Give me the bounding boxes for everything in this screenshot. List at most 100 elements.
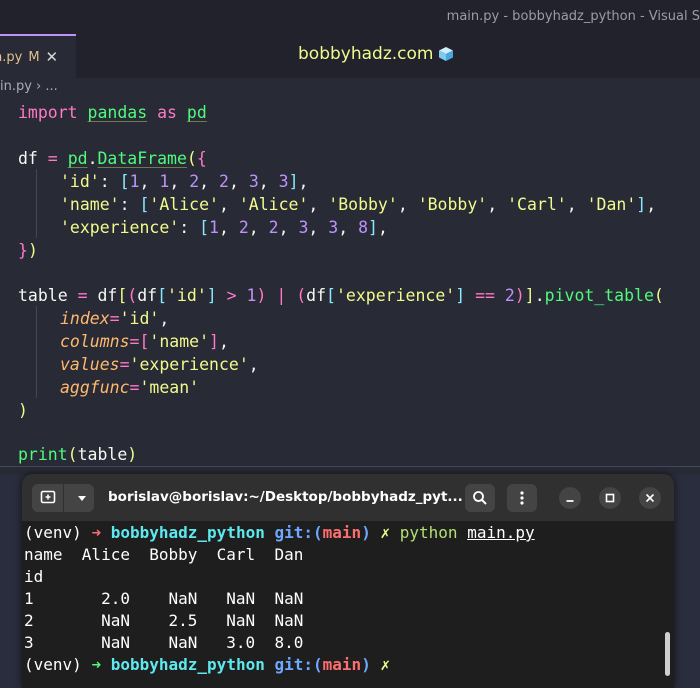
- cube-icon: [439, 47, 454, 61]
- token: =: [37, 149, 68, 168]
- token: :: [179, 218, 200, 237]
- token: aggfunc: [60, 378, 130, 397]
- code-line-14: ): [18, 399, 28, 422]
- token: 'id': [119, 309, 160, 328]
- maximize-button[interactable]: [599, 487, 621, 509]
- terminal-scrollbar[interactable]: [665, 632, 670, 676]
- token: 2: [189, 172, 200, 191]
- token: columns: [60, 332, 130, 351]
- minimize-icon: [566, 500, 574, 502]
- token: 'Alice': [238, 195, 309, 214]
- token: >: [216, 286, 247, 305]
- tab-close-icon[interactable]: ✕: [46, 48, 59, 66]
- prompt-git-close: ): [361, 523, 371, 542]
- token: pandas: [87, 103, 148, 122]
- indent-guide: [36, 169, 37, 238]
- token: 'Carl': [507, 195, 567, 214]
- token: ): [27, 241, 38, 260]
- token: pivot_table: [544, 286, 654, 305]
- token: 2: [238, 218, 249, 237]
- close-button[interactable]: [639, 487, 661, 509]
- search-icon: [473, 491, 487, 505]
- maximize-icon: [605, 493, 615, 503]
- token: ]: [368, 218, 378, 237]
- prompt-dirty-mark: ✗: [380, 655, 391, 674]
- chevron-down-icon[interactable]: [76, 492, 88, 504]
- token: ]: [636, 195, 647, 214]
- token: 'Alice': [149, 195, 219, 214]
- token: (: [186, 149, 197, 168]
- code-line-1: import pandas as pd: [18, 101, 207, 124]
- watermark: bobbyhadz.com: [298, 44, 454, 64]
- token: 1: [209, 218, 219, 237]
- code-line-9: table = df[(df['id'] > 1) | (df['experie…: [18, 284, 664, 307]
- terminal-prompt-line: (venv) ➜ bobbyhadz_python git:(main) ✗ p…: [24, 522, 535, 544]
- minimize-button[interactable]: [559, 487, 581, 509]
- output-line: id: [24, 567, 44, 586]
- token: 1: [159, 172, 170, 191]
- window-title: main.py - bobbyhadz_python - Visual S: [446, 9, 700, 24]
- code-line-12: values='experience',: [60, 353, 259, 376]
- prompt-dirty-mark: ✗: [380, 523, 391, 542]
- token: |: [266, 286, 297, 305]
- search-button[interactable]: [465, 484, 495, 512]
- token: 'experience': [60, 218, 180, 237]
- prompt-arrow: ➜: [91, 523, 102, 542]
- code-line-3: df = pd.DataFrame({: [18, 147, 207, 170]
- breadcrumb-text: in.py › ...: [0, 79, 58, 94]
- token: 2: [504, 286, 515, 305]
- token: 'name': [149, 332, 210, 351]
- token: ): [256, 286, 267, 305]
- menu-button[interactable]: [507, 484, 537, 512]
- code-line-16: print(table): [18, 443, 137, 466]
- token: 2: [268, 218, 279, 237]
- token: pd: [67, 149, 88, 168]
- code-line-13: aggfunc='mean': [60, 376, 199, 399]
- new-tab-button[interactable]: [32, 484, 94, 512]
- prompt-branch: main: [322, 523, 362, 542]
- terminal-output[interactable]: (venv) ➜ bobbyhadz_python git:(main) ✗ p…: [22, 521, 674, 688]
- code-line-4: 'id': [1, 1, 2, 2, 3, 3],: [60, 172, 309, 191]
- token: ,: [248, 355, 259, 374]
- token: ): [514, 286, 525, 305]
- token: import: [18, 103, 78, 122]
- indent-guide: [36, 306, 37, 398]
- code-editor[interactable]: import pandas as pd df = pd.DataFrame({ …: [0, 100, 700, 475]
- token: (: [127, 286, 138, 305]
- prompt-git: git:(: [274, 523, 323, 542]
- terminal-prompt-line: (venv) ➜ bobbyhadz_python git:(main) ✗: [24, 654, 390, 676]
- token: 1: [129, 172, 140, 191]
- prompt-branch: main: [322, 655, 362, 674]
- token: ,: [159, 309, 170, 328]
- token: table: [77, 445, 128, 464]
- output-line: name Alice Bobby Carl Dan: [24, 545, 304, 564]
- code-line-6: 'experience': [1, 2, 2, 3, 3, 8],: [60, 218, 388, 237]
- token: 'Bobby': [417, 195, 488, 214]
- breadcrumb[interactable]: in.py › ...: [0, 78, 700, 100]
- window-titlebar: main.py - bobbyhadz_python - Visual S: [0, 0, 700, 34]
- token: ==: [465, 286, 505, 305]
- token: .: [87, 149, 98, 168]
- token: 'Bobby': [328, 195, 398, 214]
- token: ,: [218, 332, 229, 351]
- token: df: [97, 286, 118, 305]
- token: =: [119, 355, 130, 374]
- token: table: [18, 286, 68, 305]
- token: df: [18, 149, 38, 168]
- token: ]: [288, 172, 299, 191]
- token: 1: [246, 286, 257, 305]
- token: ]: [209, 332, 219, 351]
- token: 3: [278, 172, 289, 191]
- tab-modified-badge: M: [28, 49, 40, 65]
- prompt-venv: (venv): [24, 523, 92, 542]
- token: [: [139, 195, 150, 214]
- token: 'experience': [129, 355, 249, 374]
- prompt-venv: (venv): [24, 655, 92, 674]
- token: 'id': [60, 172, 100, 191]
- token: 'Dan': [586, 195, 637, 214]
- tab-main-py[interactable]: n.py M ✕: [0, 34, 76, 78]
- tab-filename: n.py: [0, 49, 23, 65]
- token: ]: [206, 286, 217, 305]
- token: ,: [646, 195, 657, 214]
- terminal-window[interactable]: borislav@borislav:~/Desktop/bobbyhadz_py…: [22, 474, 674, 688]
